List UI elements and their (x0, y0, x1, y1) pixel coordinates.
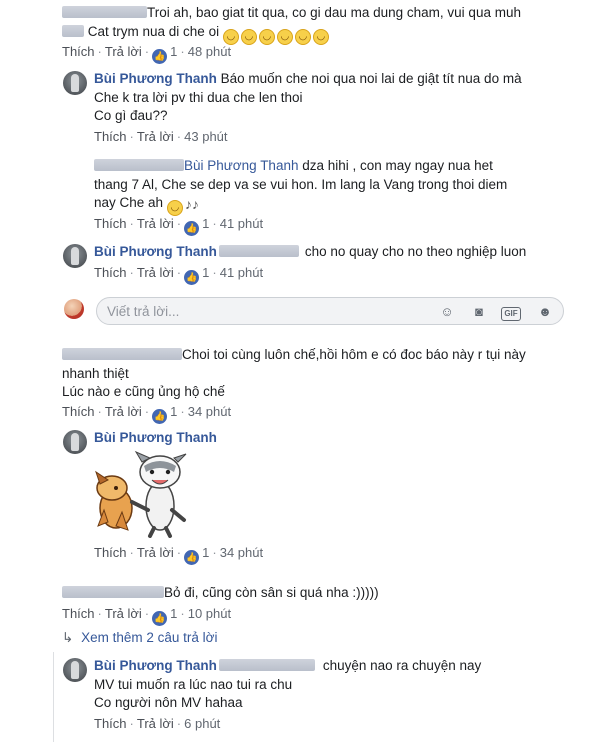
reply-box[interactable]: ☺ ◙ GIF ☻ (96, 297, 564, 325)
comment-text: thang 7 Al, Che se dep va se vui hon. Im… (94, 177, 508, 192)
redacted-author-name (62, 586, 164, 598)
thumbs-up-icon[interactable]: 👍 (152, 611, 168, 626)
comment-actions: Thích · Trả lời · 👍 1 · 34 phút (94, 545, 263, 565)
comment-text: Co người nôn MV hahaa (94, 695, 243, 710)
like-count[interactable]: 1 (202, 216, 209, 231)
timestamp[interactable]: 6 phút (184, 716, 220, 731)
comment-text: nhanh thiệt (62, 366, 129, 381)
comment-actions: Thích · Trả lời · 👍 1 · 41 phút (94, 265, 263, 285)
comment-text: Troi ah, bao giat tit qua, co gi dau ma … (147, 5, 521, 20)
laughing-emoji-icon: ◡ (276, 29, 293, 45)
author-name[interactable]: Bùi Phương Thanh (94, 71, 217, 86)
author-name[interactable]: Bùi Phương Thanh (94, 430, 217, 445)
author-name[interactable]: Bùi Phương Thanh (94, 244, 217, 259)
redacted-author-name (62, 6, 147, 18)
avatar[interactable] (63, 658, 87, 682)
laughing-emoji-icon: ◡ (258, 29, 275, 45)
thumbs-up-icon[interactable]: 👍 (184, 221, 200, 236)
reply-thread-line (53, 652, 54, 742)
like-count[interactable]: 1 (170, 606, 177, 621)
reply-input[interactable] (107, 302, 427, 320)
comment-text: nay Che ah (94, 195, 164, 210)
mention-name[interactable]: Bùi Phương Thanh (184, 158, 298, 173)
camera-icon[interactable]: ◙ (469, 302, 489, 322)
author-name[interactable]: Bùi Phương Thanh (94, 658, 217, 673)
like-count[interactable]: 1 (170, 404, 177, 419)
laughing-emoji-icon: ◡ (166, 200, 183, 216)
avatar[interactable] (63, 244, 87, 268)
comment-text: Co gì đau?? (94, 108, 168, 123)
sticker-icon[interactable]: ☻ (535, 302, 555, 322)
thumbs-up-icon[interactable]: 👍 (152, 49, 168, 64)
see-more-label: Xem thêm 2 câu trả lời (81, 630, 218, 645)
timestamp[interactable]: 41 phút (220, 216, 263, 231)
reply-link[interactable]: Trả lời (137, 545, 174, 560)
like-link[interactable]: Thích (62, 44, 95, 59)
reply-link[interactable]: Trả lời (105, 404, 142, 419)
comment-actions: Thích · Trả lời · 👍 1 · 41 phút (94, 216, 263, 236)
laughing-emoji-icon: ◡ (222, 29, 239, 45)
comment-text: Choi toi cùng luôn chế,hồi hôm e có đoc … (182, 347, 526, 362)
comment-actions: Thích · Trả lời · 👍 1 · 34 phút (62, 404, 231, 424)
reply-link[interactable]: Trả lời (105, 606, 142, 621)
comment-text: cho no quay cho no theo nghiệp luon (304, 244, 527, 259)
like-link[interactable]: Thích (62, 606, 95, 621)
comment-text: Cat trym nua di che oi (87, 24, 220, 39)
laughing-emoji-icon: ◡ (294, 29, 311, 45)
like-link[interactable]: Thích (94, 545, 127, 560)
comment-text: MV tui muốn ra lúc nao tui ra chu (94, 677, 293, 692)
redacted-mention (218, 659, 315, 671)
laughing-emoji-icon: ◡ (312, 29, 329, 45)
thumbs-up-icon[interactable]: 👍 (184, 270, 200, 285)
timestamp[interactable]: 48 phút (188, 44, 231, 59)
music-note-icon: ♪♪ (184, 196, 199, 212)
thumbs-up-icon[interactable]: 👍 (184, 550, 200, 565)
like-link[interactable]: Thích (94, 216, 127, 231)
current-user-avatar (64, 299, 84, 319)
like-link[interactable]: Thích (94, 716, 127, 731)
redacted-author-name (62, 348, 182, 360)
like-link[interactable]: Thích (94, 265, 127, 280)
gif-icon[interactable]: GIF (501, 302, 521, 322)
comment-text: Lúc nào e cũng ủng hộ chế (62, 384, 225, 399)
see-more-replies-link[interactable]: ↳ Xem thêm 2 câu trả lời (62, 629, 217, 647)
timestamp[interactable]: 34 phút (220, 545, 263, 560)
reply-link[interactable]: Trả lời (137, 265, 174, 280)
timestamp[interactable]: 34 phút (188, 404, 231, 419)
comment-actions: Thích · Trả lời · 43 phút (94, 129, 228, 144)
avatar[interactable] (63, 71, 87, 95)
sticker-image (95, 450, 187, 538)
comment-actions: Thích · Trả lời · 👍 1 · 48 phút (62, 44, 231, 64)
reply-link[interactable]: Trả lời (137, 216, 174, 231)
like-count[interactable]: 1 (202, 265, 209, 280)
comment-actions: Thích · Trả lời · 6 phút (94, 716, 221, 731)
redacted-author-name (94, 159, 184, 171)
redacted-mention (218, 245, 299, 257)
timestamp[interactable]: 10 phút (188, 606, 231, 621)
avatar[interactable] (63, 430, 87, 454)
laughing-emoji-icon: ◡ (240, 29, 257, 45)
redacted-name (62, 25, 84, 37)
timestamp[interactable]: 43 phút (184, 129, 227, 144)
like-link[interactable]: Thích (62, 404, 95, 419)
comment-actions: Thích · Trả lời · 👍 1 · 10 phút (62, 606, 231, 626)
emoji-icon[interactable]: ☺ (437, 302, 457, 322)
reply-link[interactable]: Trả lời (105, 44, 142, 59)
timestamp[interactable]: 41 phút (220, 265, 263, 280)
reply-link[interactable]: Trả lời (137, 716, 174, 731)
comment-text: Che k tra lời pv thi dua che len thoi (94, 90, 303, 105)
comment-text: Báo muốn che noi qua noi lai de giật tít… (220, 71, 522, 86)
comment-text: Bỏ đi, cũng còn sân si quá nha :))))) (164, 585, 379, 600)
comment-text: chuyện nao ra chuyện nay (322, 658, 482, 673)
reply-arrow-icon: ↳ (62, 630, 74, 645)
reply-link[interactable]: Trả lời (137, 129, 174, 144)
thumbs-up-icon[interactable]: 👍 (152, 409, 168, 424)
like-count[interactable]: 1 (170, 44, 177, 59)
comment-text: dza hihi , con may ngay nua het (302, 158, 493, 173)
like-link[interactable]: Thích (94, 129, 127, 144)
like-count[interactable]: 1 (202, 545, 209, 560)
